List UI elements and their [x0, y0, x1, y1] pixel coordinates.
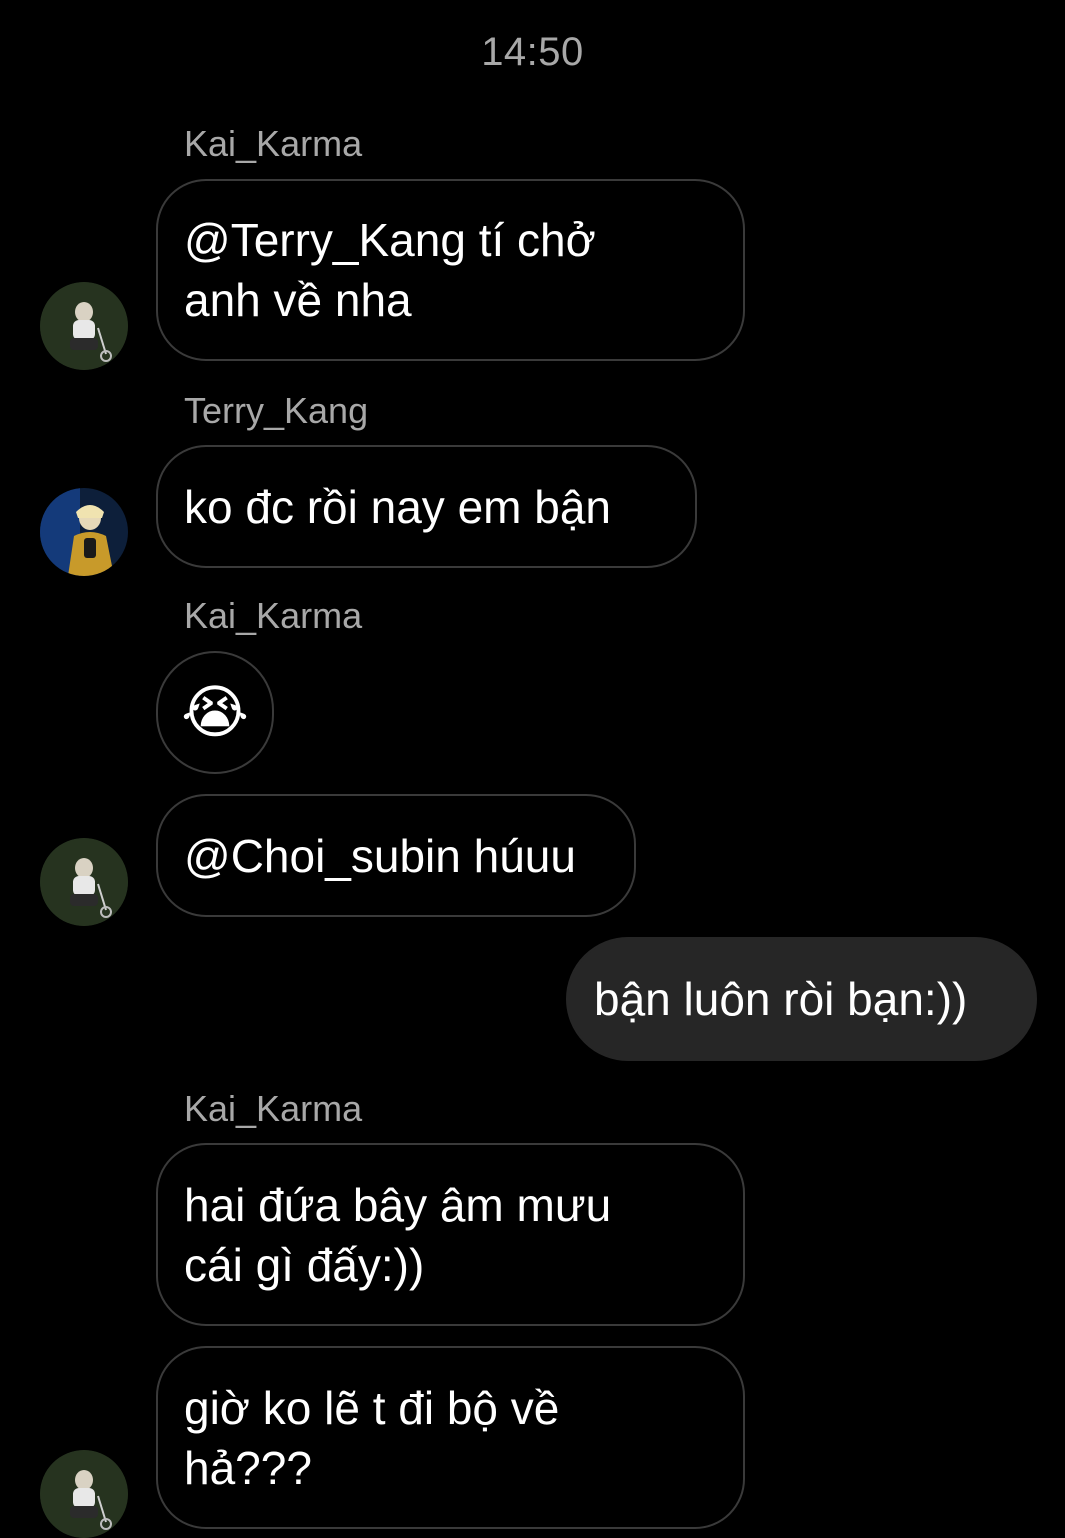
terry-kang-avatar-icon[interactable]	[40, 488, 128, 576]
message-text: hai đứa bây âm mưu cái gì đấy:))	[184, 1178, 612, 1291]
message-bubble[interactable]: @Choi_subin húuu	[156, 794, 636, 917]
kai-karma-avatar-icon[interactable]	[40, 838, 128, 926]
sender-name: Terry_Kang	[184, 390, 369, 431]
message-text: @Terry_Kang tí chở anh về nha	[184, 214, 596, 326]
sender-name: Kai_Karma	[184, 123, 363, 164]
message-bubble[interactable]: @Terry_Kang tí chở anh về nha	[156, 179, 745, 361]
kai-karma-avatar-icon[interactable]	[40, 282, 128, 370]
message-bubble[interactable]: giờ ko lẽ t đi bộ về hả???	[156, 1346, 745, 1529]
message-text: ko đc rồi nay em bận	[184, 480, 612, 533]
message-text: giờ ko lẽ t đi bộ về hả???	[184, 1381, 560, 1494]
chat-timestamp: 14:50	[481, 30, 584, 74]
emoji-message-bubble[interactable]: 😭	[156, 651, 274, 774]
kai-karma-avatar-icon[interactable]	[40, 1450, 128, 1538]
sender-name: Kai_Karma	[184, 1088, 363, 1129]
outgoing-message-bubble[interactable]: bận luôn ròi bạn:))	[566, 937, 1037, 1061]
crying-face-icon: 😭	[181, 679, 249, 745]
message-bubble[interactable]: hai đứa bây âm mưu cái gì đấy:))	[156, 1143, 745, 1326]
message-bubble[interactable]: ko đc rồi nay em bận	[156, 445, 697, 568]
sender-name: Kai_Karma	[184, 595, 363, 636]
message-text: bận luôn ròi bạn:))	[594, 973, 968, 1025]
message-text: @Choi_subin húuu	[184, 829, 576, 882]
